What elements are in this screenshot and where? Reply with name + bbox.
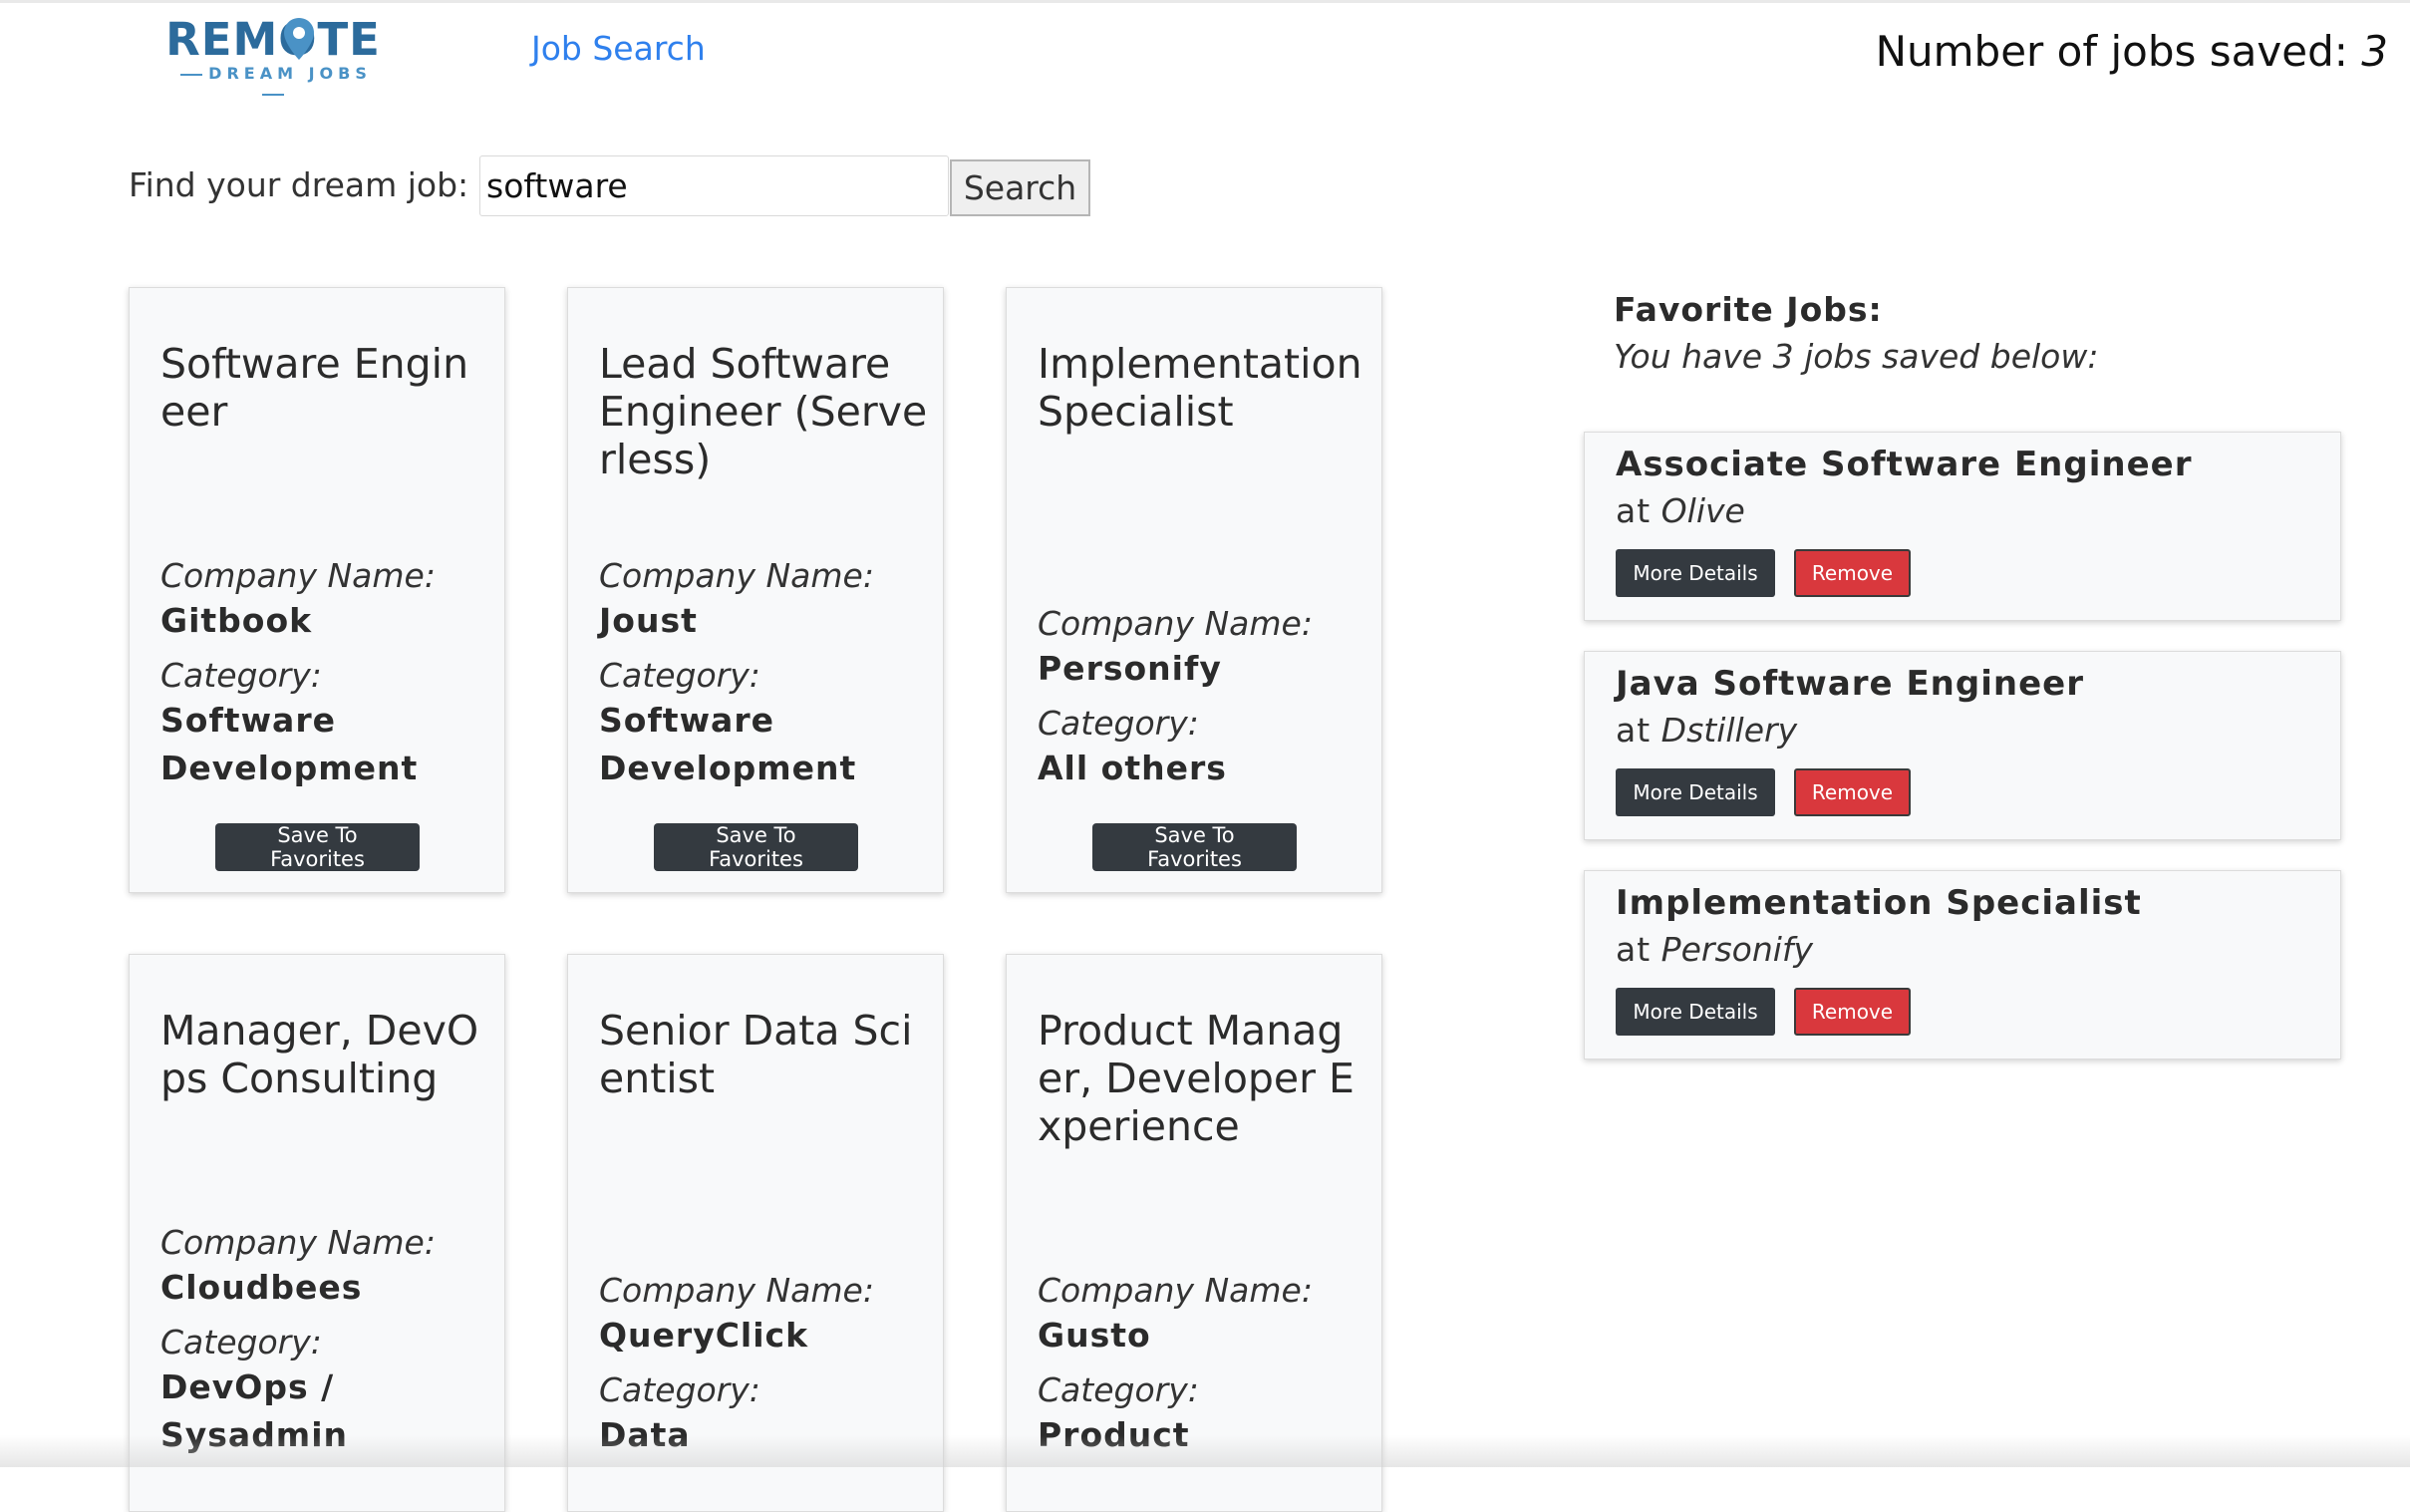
more-details-button[interactable]: More Details <box>1616 988 1775 1036</box>
saved-jobs-count: 3 <box>2361 27 2388 76</box>
category-label: Category: <box>1038 1370 1199 1409</box>
job-meta: Company Name: Gusto Category: Product <box>1038 1270 1366 1469</box>
remove-button[interactable]: Remove <box>1794 988 1911 1036</box>
job-card: Software Engineer Company Name: Gitbook … <box>129 287 505 893</box>
favorite-job-card: Java Software Engineer at Dstillery More… <box>1584 651 2341 840</box>
job-meta: Company Name: Personify Category: All ot… <box>1038 603 1366 802</box>
favorite-job-company-line: at Personify <box>1616 928 1813 972</box>
category-value: All others <box>1038 749 1227 787</box>
favorite-job-title: Associate Software Engineer <box>1616 445 2193 484</box>
job-card: Implementation Specialist Company Name: … <box>1006 287 1382 893</box>
job-title: Product Manager, Developer Experience <box>1038 1007 1355 1150</box>
job-meta: Company Name: Joust Category: Software D… <box>599 555 928 802</box>
save-to-favorites-button[interactable]: Save To Favorites <box>215 823 420 871</box>
company-name-label: Company Name: <box>1038 1271 1313 1310</box>
company-name: Gitbook <box>160 601 313 640</box>
job-card: Lead Software Engineer (Serverless) Comp… <box>567 287 944 893</box>
job-meta: Company Name: Gitbook Category: Software… <box>160 555 489 802</box>
company-name: QueryClick <box>599 1316 809 1355</box>
favorite-job-company: Dstillery <box>1660 711 1798 750</box>
company-name-label: Company Name: <box>599 556 874 595</box>
save-to-favorites-button[interactable]: Save To Favorites <box>1092 823 1297 871</box>
job-title: Manager, DevOps Consulting <box>160 1007 479 1102</box>
at-label: at <box>1616 711 1652 750</box>
favorite-job-company-line: at Olive <box>1616 489 1745 533</box>
category-value: DevOps / Sysadmin <box>160 1367 349 1454</box>
search-button[interactable]: Search <box>950 159 1090 216</box>
job-card: Senior Data Scientist Company Name: Quer… <box>567 954 944 1512</box>
brand-logo[interactable]: REMOTE DREAM JOBS <box>162 13 384 96</box>
favorite-job-title: Java Software Engineer <box>1616 664 2084 704</box>
saved-jobs-counter: Number of jobs saved: 3 <box>1876 26 2388 78</box>
more-details-button[interactable]: More Details <box>1616 549 1775 597</box>
more-details-button[interactable]: More Details <box>1616 768 1775 816</box>
company-name: Gusto <box>1038 1316 1151 1355</box>
job-meta: Company Name: QueryClick Category: Data <box>599 1270 928 1469</box>
category-label: Category: <box>160 1323 322 1361</box>
job-card: Manager, DevOps Consulting Company Name:… <box>129 954 505 1512</box>
job-title: Implementation Specialist <box>1038 340 1362 436</box>
category-label: Category: <box>160 656 322 695</box>
nav-job-search-link[interactable]: Job Search <box>531 26 706 72</box>
remove-button[interactable]: Remove <box>1794 768 1911 816</box>
job-meta: Company Name: Cloudbees Category: DevOps… <box>160 1222 489 1469</box>
remove-button[interactable]: Remove <box>1794 549 1911 597</box>
favorite-job-card: Associate Software Engineer at Olive Mor… <box>1584 432 2341 621</box>
category-value: Software Development <box>160 701 419 787</box>
saved-jobs-label: Number of jobs saved: <box>1875 27 2348 76</box>
category-value: Software Development <box>599 701 857 787</box>
category-value: Data <box>599 1415 691 1454</box>
favorite-job-company: Olive <box>1660 491 1745 530</box>
favorites-heading: Favorite Jobs: <box>1614 290 1883 329</box>
job-card: Product Manager, Developer Experience Co… <box>1006 954 1382 1512</box>
job-title: Lead Software Engineer (Serverless) <box>599 340 928 483</box>
company-name-label: Company Name: <box>599 1271 874 1310</box>
category-label: Category: <box>1038 704 1199 743</box>
top-border <box>0 0 2410 3</box>
save-to-favorites-button[interactable]: Save To Favorites <box>654 823 858 871</box>
company-name-label: Company Name: <box>1038 604 1313 643</box>
at-label: at <box>1616 491 1652 530</box>
job-title: Senior Data Scientist <box>599 1007 913 1102</box>
company-name-label: Company Name: <box>160 556 436 595</box>
company-name: Personify <box>1038 649 1222 688</box>
favorites-subheading: You have 3 jobs saved below: <box>1614 337 2099 376</box>
job-title: Software Engineer <box>160 340 469 436</box>
category-value: Product <box>1038 1415 1190 1454</box>
at-label: at <box>1616 930 1652 969</box>
favorite-job-company-line: at Dstillery <box>1616 709 1797 753</box>
category-label: Category: <box>599 656 760 695</box>
company-name-label: Company Name: <box>160 1223 436 1262</box>
location-pin-icon <box>284 18 314 60</box>
company-name: Joust <box>599 601 698 640</box>
favorite-job-card: Implementation Specialist at Personify M… <box>1584 870 2341 1059</box>
search-label: Find your dream job: <box>129 165 469 204</box>
favorite-job-company: Personify <box>1660 930 1814 969</box>
logo-tagline: DREAM JOBS <box>162 64 384 104</box>
search-input[interactable] <box>479 155 949 216</box>
favorite-job-title: Implementation Specialist <box>1616 883 2142 923</box>
logo-wordmark: REMOTE <box>165 13 381 66</box>
category-label: Category: <box>599 1370 760 1409</box>
company-name: Cloudbees <box>160 1268 363 1307</box>
